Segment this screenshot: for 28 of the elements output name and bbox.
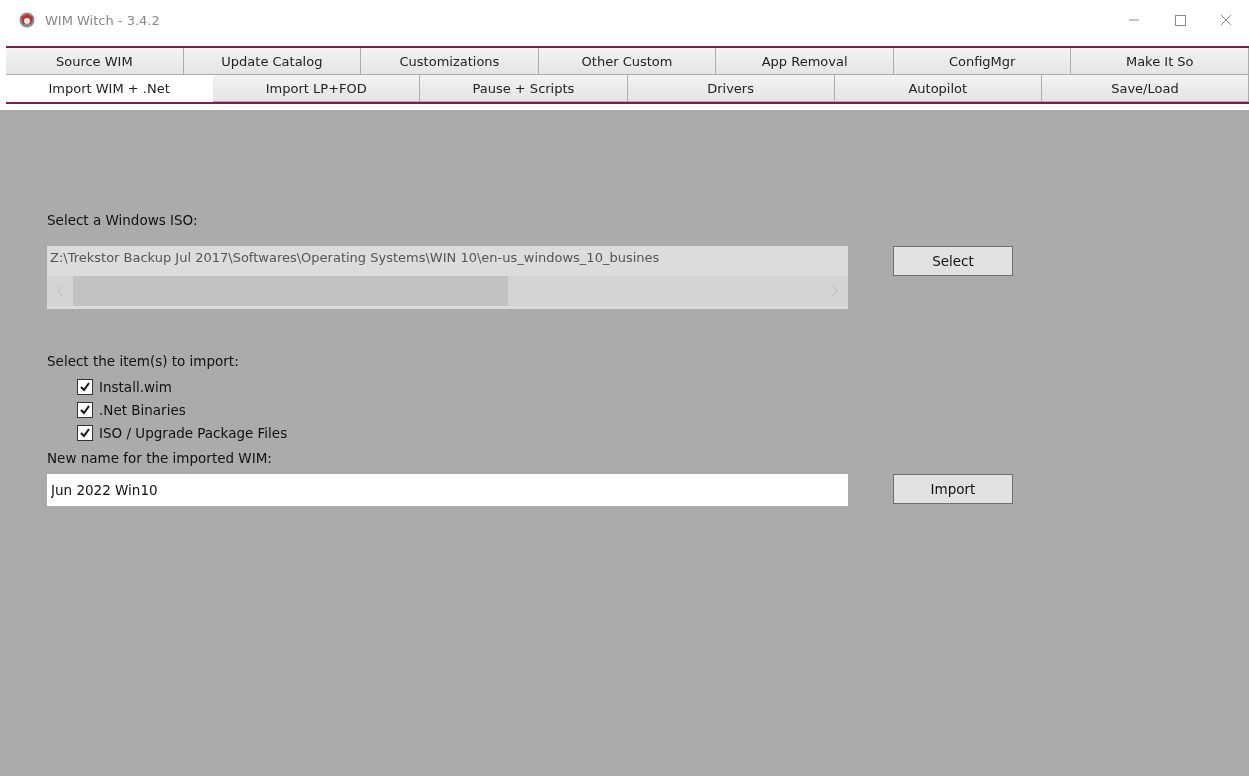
checkbox[interactable] [77, 424, 93, 441]
checkbox[interactable] [77, 401, 93, 418]
horizontal-scrollbar[interactable] [47, 276, 848, 306]
name-input-field[interactable]: Jun 2022 Win10 [47, 474, 848, 506]
tab[interactable]: Save/Load [1041, 75, 1249, 102]
tab[interactable]: Make It So [1071, 48, 1249, 75]
app-logo-icon [17, 11, 37, 29]
checkbox-label: ISO / Upgrade Package Files [99, 424, 288, 441]
tab[interactable]: Other Custom [538, 48, 717, 75]
section-label: Select the item(s) to import: [47, 353, 240, 371]
tab[interactable]: Drivers [627, 75, 835, 102]
tab[interactable]: Customizations [361, 48, 539, 75]
tab[interactable]: Autopilot [834, 75, 1042, 102]
tab[interactable]: Source WIM [6, 48, 184, 75]
tab[interactable]: Pause + Scripts [420, 75, 628, 102]
checkbox-label: .Net Binaries [99, 401, 186, 418]
field-label: Select a Windows ISO: [47, 212, 199, 230]
tab[interactable]: App Removal [716, 48, 894, 75]
import-button[interactable]: Import [893, 474, 1013, 504]
checkbox[interactable] [77, 378, 93, 395]
tab[interactable]: ConfigMgr [893, 48, 1072, 75]
checkbox-label: Install.wim [99, 378, 172, 395]
window-title: WIM Witch - 3.4.2 [45, 12, 161, 28]
tab[interactable]: Import LP+FOD [213, 75, 421, 102]
iso-path-field[interactable]: Z:\Trekstor Backup Jul 2017\Softwares\Operating Systems\WIN 10\en-us_windows_10_busines [47, 246, 848, 309]
field-label: New name for the imported WIM: [47, 450, 273, 468]
select-button[interactable]: Select [893, 246, 1013, 276]
tab[interactable]: Update Catalog [183, 48, 362, 75]
